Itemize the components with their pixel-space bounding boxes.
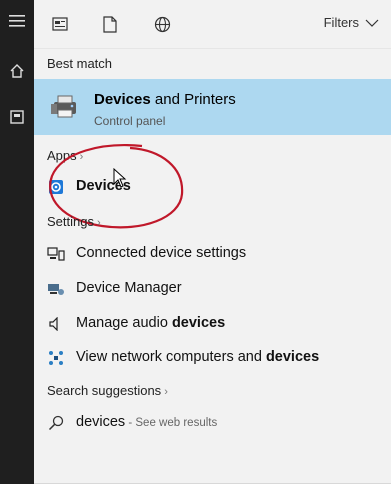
settings-item-label: Connected device settings: [76, 245, 247, 261]
home-icon[interactable]: [0, 56, 34, 86]
left-sidebar: [0, 0, 34, 484]
suggestion-item-devices[interactable]: devices - See web results: [34, 408, 391, 438]
settings-item-network-devices[interactable]: View network computers and devices: [34, 343, 391, 373]
connected-devices-icon: [47, 245, 65, 263]
network-icon: [47, 349, 65, 367]
best-match-subtitle: Control panel: [94, 114, 166, 128]
settings-item-label: Manage audio devices: [76, 315, 226, 331]
filters-dropdown[interactable]: Filters: [324, 15, 379, 30]
filter-toolbar: Filters: [34, 0, 391, 49]
mouse-cursor-icon: [113, 168, 127, 188]
search-suggestions-heading: Search suggestions ›: [47, 383, 168, 398]
settings-item-device-manager[interactable]: Device Manager: [34, 274, 391, 304]
settings-heading: Settings ›: [47, 214, 101, 229]
settings-item-audio-devices[interactable]: Manage audio devices: [34, 309, 391, 339]
suggestion-item-label: devices - See web results: [76, 414, 218, 430]
globe-icon[interactable]: [152, 14, 172, 34]
best-match-heading: Best match: [47, 56, 113, 71]
best-match-title: Devices and Printers: [94, 91, 236, 108]
chevron-down-icon: [365, 19, 379, 27]
filters-label: Filters: [323, 15, 359, 30]
speaker-icon: [47, 315, 65, 333]
settings-item-connected-devices[interactable]: Connected device settings: [34, 239, 391, 269]
settings-item-label: Device Manager: [76, 280, 182, 296]
search-icon: [47, 414, 65, 432]
see-web-results-hint: - See web results: [125, 417, 218, 429]
page-icon[interactable]: [100, 14, 120, 34]
best-match-result[interactable]: Devices and Printers Control panel: [34, 79, 391, 135]
search-results-panel: Filters Best match Devices and Printers …: [34, 0, 391, 484]
documents-icon[interactable]: [0, 102, 34, 132]
document-icon[interactable]: [50, 14, 70, 34]
menu-icon[interactable]: [0, 6, 34, 36]
device-manager-icon: [47, 280, 65, 298]
printer-icon: [50, 92, 80, 125]
settings-item-label: View network computers and devices: [76, 349, 320, 365]
